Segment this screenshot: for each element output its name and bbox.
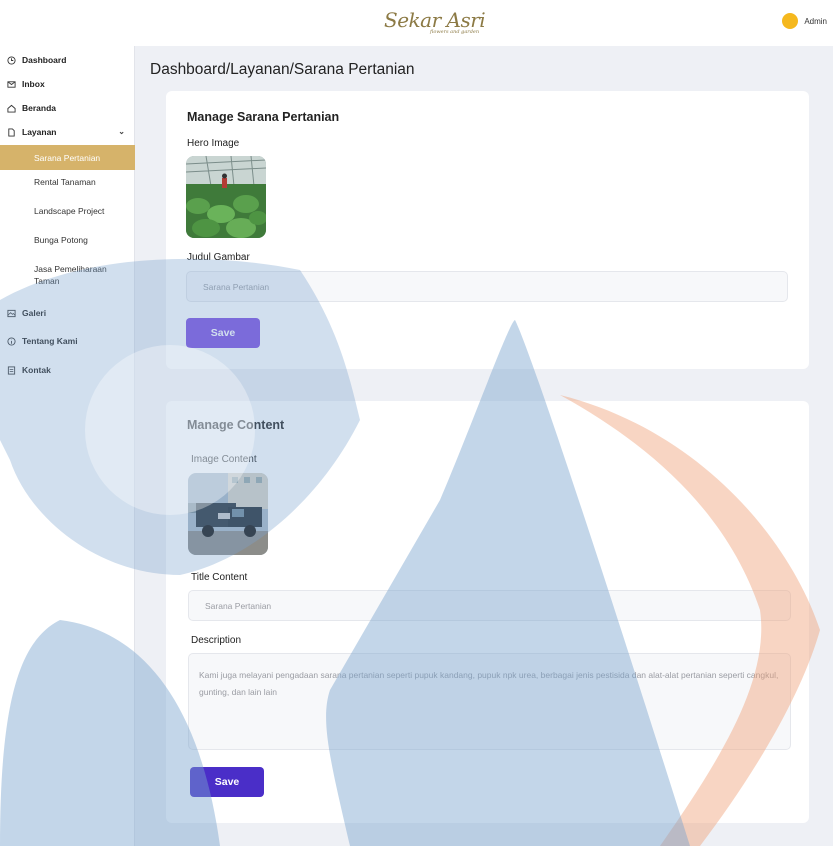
- sidebar-item-beranda[interactable]: Beranda: [0, 100, 135, 116]
- content-image[interactable]: [188, 473, 268, 555]
- manage-content-card: Manage Content Image Content Title Conte…: [166, 401, 809, 823]
- sidebar-subitem-bunga-potong[interactable]: Bunga Potong: [0, 234, 135, 246]
- contact-icon: [7, 365, 16, 375]
- chevron-down-icon[interactable]: ⌄: [118, 127, 125, 136]
- sidebar-item-label: Galeri: [22, 308, 47, 318]
- sidebar-subitem-rental-tanaman[interactable]: Rental Tanaman: [0, 176, 135, 188]
- sidebar-item-label: Beranda: [22, 103, 57, 113]
- sidebar-item-dashboard[interactable]: Dashboard: [0, 52, 135, 68]
- title-content-label: Title Content: [191, 572, 248, 583]
- sidebar: Dashboard Inbox Beranda Layanan ⌄ Sarana…: [0, 46, 135, 846]
- user-menu[interactable]: Admin: [782, 13, 827, 29]
- description-textarea[interactable]: Kami juga melayani pengadaan sarana pert…: [188, 653, 791, 750]
- home-icon: [7, 104, 16, 113]
- image-icon: [7, 309, 16, 317]
- sidebar-item-inbox[interactable]: Inbox: [0, 76, 135, 92]
- logo-tagline: flowers and garden: [430, 29, 480, 35]
- sidebar-item-label: Kontak: [22, 365, 51, 375]
- sidebar-item-kontak[interactable]: Kontak: [0, 362, 135, 378]
- sidebar-subitem-label: Rental Tanaman: [34, 177, 96, 187]
- judul-gambar-label: Judul Gambar: [187, 252, 250, 263]
- mail-icon: [7, 80, 16, 88]
- image-content-label: Image Content: [191, 454, 257, 465]
- title-content-input[interactable]: Sarana Pertanian: [188, 590, 791, 621]
- avatar[interactable]: [782, 13, 799, 29]
- sidebar-subitem-sarana-pertanian[interactable]: Sarana Pertanian: [0, 145, 135, 170]
- sidebar-item-tentang-kami[interactable]: Tentang Kami: [0, 333, 135, 349]
- info-icon: [7, 336, 16, 346]
- description-label: Description: [191, 635, 242, 646]
- card-title: Manage Content: [187, 418, 285, 432]
- sidebar-item-layanan[interactable]: Layanan ⌄: [0, 124, 135, 140]
- save-content-button[interactable]: Save: [190, 767, 264, 797]
- sidebar-item-label: Layanan: [22, 127, 57, 137]
- sidebar-subitem-label: Bunga Potong: [34, 235, 88, 245]
- document-icon: [8, 127, 15, 137]
- sidebar-item-label: Tentang Kami: [22, 336, 78, 346]
- logo[interactable]: Sekar Asri flowers and garden: [366, 3, 486, 43]
- top-bar: Sekar Asri flowers and garden Admin: [0, 0, 833, 46]
- judul-gambar-input[interactable]: Sarana Pertanian: [186, 271, 788, 302]
- sidebar-subitem-jasa-pemeliharaan[interactable]: Jasa Pemeliharaan Taman: [0, 263, 120, 287]
- save-hero-button[interactable]: Save: [186, 318, 260, 348]
- clock-icon: [7, 55, 16, 65]
- sidebar-item-galeri[interactable]: Galeri: [0, 305, 135, 321]
- sidebar-item-label: Inbox: [22, 79, 45, 89]
- breadcrumb: Dashboard/Layanan/Sarana Pertanian: [150, 61, 415, 78]
- sidebar-subitem-label: Landscape Project: [34, 206, 105, 216]
- hero-image[interactable]: [186, 156, 266, 238]
- manage-hero-card: Manage Sarana Pertanian Hero Image Judul…: [166, 91, 809, 369]
- sidebar-subitem-label: Jasa Pemeliharaan Taman: [34, 264, 107, 286]
- hero-image-label: Hero Image: [187, 138, 240, 149]
- card-title: Manage Sarana Pertanian: [187, 110, 340, 124]
- user-name: Admin: [804, 16, 827, 26]
- sidebar-subitem-landscape-project[interactable]: Landscape Project: [0, 205, 135, 217]
- sidebar-item-label: Dashboard: [22, 55, 67, 65]
- sidebar-subitem-label: Sarana Pertanian: [34, 152, 101, 163]
